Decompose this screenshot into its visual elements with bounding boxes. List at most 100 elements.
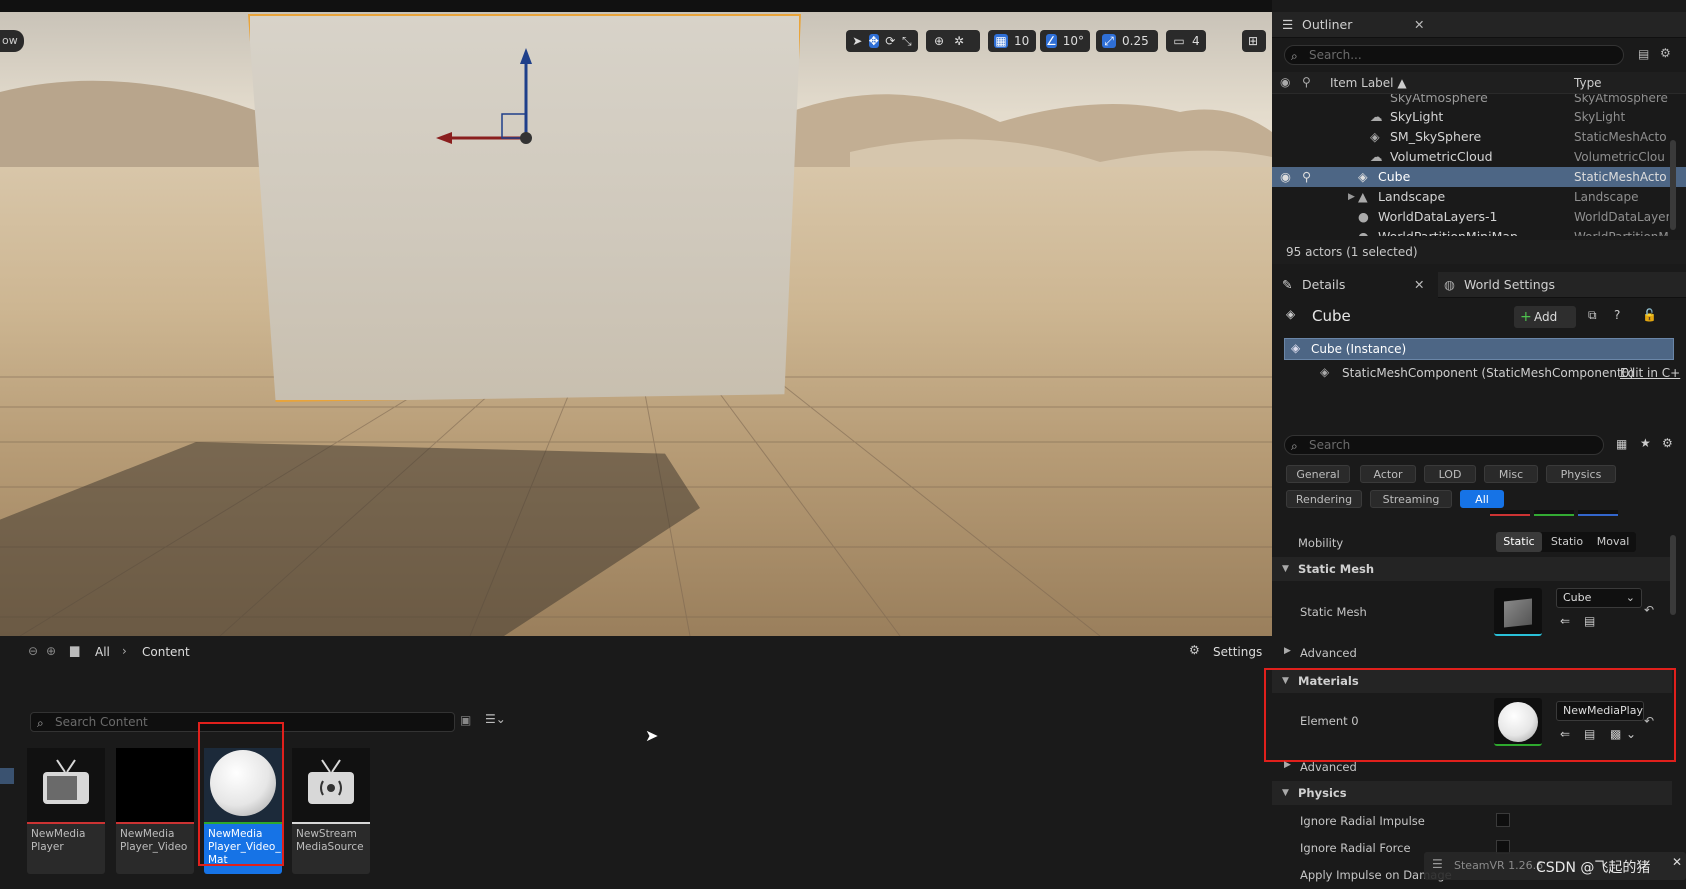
asset-tile[interactable]: NewStream MediaSource	[292, 748, 370, 874]
list-item[interactable]: ● WorldDataLayers-1 WorldDataLayer	[1272, 207, 1686, 227]
list-item[interactable]: ● WorldPartitionMiniMap WorldPartitionM	[1272, 227, 1686, 236]
new-folder-icon[interactable]: ▤	[1638, 47, 1649, 61]
rotate-icon[interactable]: ⟳	[885, 34, 896, 48]
surface-snap-icon[interactable]: ✲	[952, 34, 966, 48]
filter-all[interactable]: All	[1460, 490, 1504, 508]
use-selected-icon[interactable]: ⇐	[1560, 614, 1570, 628]
details-search-input[interactable]: ⌕ Search	[1284, 435, 1604, 455]
scale-icon[interactable]: ⤡	[902, 34, 913, 48]
list-item[interactable]: ▶ ▲ Landscape Landscape	[1272, 187, 1686, 207]
select-icon[interactable]: ➤	[852, 34, 863, 48]
asset-tile[interactable]: NewMedia Player	[27, 748, 105, 874]
ignore-radial-impulse-checkbox[interactable]	[1496, 813, 1510, 827]
scale-z-field[interactable]	[1578, 510, 1618, 516]
filter-physics[interactable]: Physics	[1546, 465, 1616, 483]
edit-in-cpp-link[interactable]: Edit in C+	[1620, 366, 1680, 380]
table-view-icon[interactable]: ▦	[1616, 437, 1627, 451]
scale-snap-icon[interactable]: ⤢	[1102, 34, 1116, 48]
grid-snap-icon[interactable]: ▦	[994, 34, 1008, 48]
tab-world-settings[interactable]: World Settings	[1464, 272, 1555, 298]
static-mesh-dropdown[interactable]: Cube ⌄	[1556, 588, 1642, 608]
outliner-search-input[interactable]: ⌕ Search...	[1284, 45, 1624, 65]
forward-icon[interactable]: ⊕	[46, 644, 56, 658]
scale-snap-control[interactable]: ⤢ 0.25	[1096, 30, 1158, 52]
visibility-icon[interactable]: ◉	[1280, 75, 1290, 89]
pin-icon[interactable]: ⚲	[1302, 167, 1311, 187]
section-physics[interactable]: ▼ Physics	[1272, 781, 1672, 805]
list-item[interactable]: ◈ SM_SkySphere StaticMeshActo	[1272, 127, 1686, 147]
content-settings-button[interactable]: Settings	[1213, 645, 1262, 659]
tab-details[interactable]: Details	[1302, 272, 1345, 298]
visibility-icon[interactable]: ◉	[1280, 167, 1291, 187]
mobility-stationary[interactable]: Statio	[1544, 532, 1590, 552]
camera-speed-value[interactable]: 4	[1192, 34, 1200, 48]
world-space-icon[interactable]: ⊕	[932, 34, 946, 48]
list-item[interactable]: SkyAtmosphere SkyAtmosphere	[1272, 94, 1686, 108]
breadcrumb-content[interactable]: Content	[142, 645, 190, 659]
rotation-snap-value[interactable]: 10°	[1063, 34, 1084, 48]
close-icon[interactable]: ✕	[1414, 12, 1424, 38]
advanced-row[interactable]: ▶ Advanced	[1272, 757, 1672, 775]
lock-icon[interactable]: 🔓	[1642, 308, 1657, 322]
filter-streaming[interactable]: Streaming	[1370, 490, 1452, 508]
settings-gear-icon[interactable]: ⚙	[1189, 643, 1200, 657]
filter-icon[interactable]: ☰⌄	[485, 712, 506, 726]
close-icon[interactable]: ✕	[1414, 272, 1424, 298]
section-static-mesh[interactable]: ▼ Static Mesh	[1272, 557, 1672, 581]
actor-name[interactable]: Cube	[1312, 307, 1351, 325]
scale-y-field[interactable]	[1534, 510, 1574, 516]
angle-snap-icon[interactable]: ∠	[1046, 34, 1057, 48]
level-viewport[interactable]: ow ➤ ✥ ⟳ ⤡ ⊕ ✲ ▦ 10 ∠ 10° ⤢ 0.25 ▭ 4 ⊞	[0, 12, 1272, 636]
sources-collapse-tab[interactable]	[0, 768, 14, 784]
filter-actor[interactable]: Actor	[1360, 465, 1416, 483]
layout-button[interactable]: ⊞	[1242, 30, 1266, 52]
save-icon[interactable]: ▣	[460, 713, 471, 727]
list-item-selected[interactable]: ◉ ⚲ ◈ Cube StaticMeshActo	[1272, 167, 1686, 187]
details-scrollbar[interactable]	[1670, 535, 1676, 615]
filter-general[interactable]: General	[1286, 465, 1350, 483]
item-label: Cube	[1378, 169, 1411, 184]
col-item-label[interactable]: Item Label ▲	[1330, 76, 1407, 90]
camera-speed-control[interactable]: ▭ 4	[1166, 30, 1206, 52]
reset-arrow-icon[interactable]: ↶	[1644, 603, 1654, 617]
filter-misc[interactable]: Misc	[1484, 465, 1538, 483]
browse-icon[interactable]: ▤	[1584, 614, 1595, 628]
expand-arrow-icon[interactable]: ▶	[1348, 187, 1355, 207]
asset-tile[interactable]: NewMedia Player_Video	[116, 748, 194, 874]
list-item[interactable]: ☁ SkyLight SkyLight	[1272, 107, 1686, 127]
blueprint-icon[interactable]: ⧉	[1588, 308, 1597, 323]
grid-snap-control[interactable]: ▦ 10	[988, 30, 1036, 52]
static-mesh-thumbnail[interactable]	[1494, 588, 1542, 636]
asset-name: NewMedia Player_Video	[120, 828, 188, 853]
advanced-row[interactable]: ▶ Advanced	[1272, 642, 1672, 662]
component-row[interactable]: ◈ StaticMeshComponent (StaticMeshCompone…	[1284, 363, 1684, 385]
mobility-toggle[interactable]: Static Statio Moval	[1496, 532, 1636, 552]
layout-icon[interactable]: ⊞	[1246, 34, 1260, 48]
tab-outliner[interactable]: Outliner	[1302, 12, 1352, 38]
filter-rendering[interactable]: Rendering	[1286, 490, 1362, 508]
transform-gizmo[interactable]	[430, 42, 540, 152]
component-instance-row[interactable]: ◈ Cube (Instance)	[1284, 338, 1674, 360]
mobility-movable[interactable]: Moval	[1590, 532, 1636, 552]
pin-icon[interactable]: ⚲	[1302, 75, 1311, 89]
gear-icon[interactable]: ⚙	[1662, 436, 1673, 450]
close-icon[interactable]: ✕	[1672, 855, 1682, 869]
outliner-scrollbar[interactable]	[1670, 140, 1676, 230]
help-icon[interactable]: ?	[1614, 308, 1620, 322]
camera-icon[interactable]: ▭	[1172, 34, 1186, 48]
filter-lod[interactable]: LOD	[1424, 465, 1476, 483]
star-icon[interactable]: ★	[1640, 436, 1651, 450]
rotation-snap-control[interactable]: ∠ 10°	[1040, 30, 1090, 52]
back-icon[interactable]: ⊖	[28, 644, 38, 658]
viewport-options-tab[interactable]: ow	[0, 30, 24, 52]
gear-icon[interactable]: ⚙	[1660, 46, 1671, 60]
list-item[interactable]: ☁ VolumetricCloud VolumetricClou	[1272, 147, 1686, 167]
breadcrumb-all[interactable]: All	[95, 645, 110, 659]
add-component-button[interactable]: + Add	[1514, 306, 1576, 328]
translate-icon[interactable]: ✥	[868, 34, 879, 48]
grid-snap-value[interactable]: 10	[1014, 34, 1029, 48]
col-type[interactable]: Type	[1574, 76, 1602, 90]
scale-snap-value[interactable]: 0.25	[1122, 34, 1149, 48]
mobility-static[interactable]: Static	[1496, 532, 1542, 552]
scale-x-field[interactable]	[1490, 510, 1530, 516]
